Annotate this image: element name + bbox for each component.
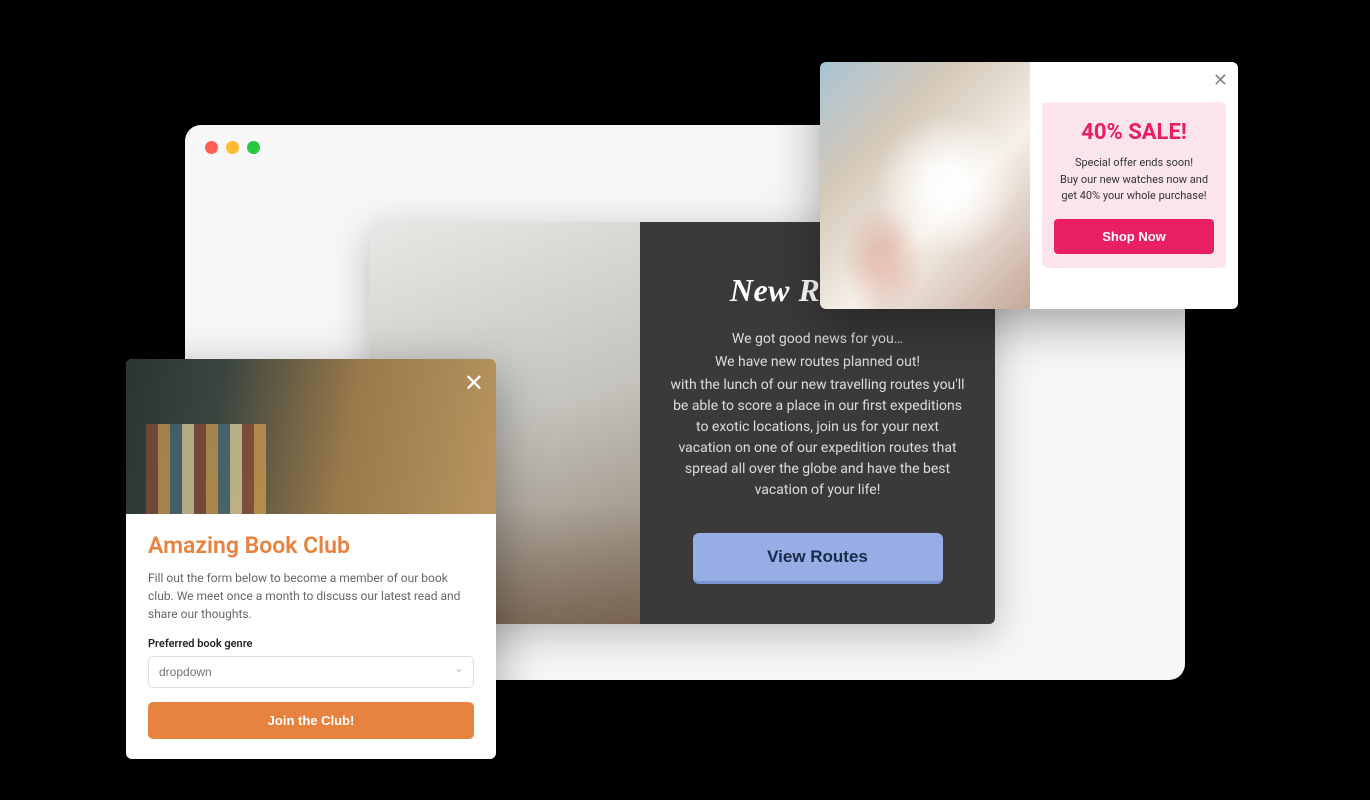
routes-line-2: We have new routes planned out!	[670, 352, 965, 373]
sale-hero-image	[820, 62, 1030, 309]
view-routes-button[interactable]: View Routes	[693, 533, 943, 584]
sale-line-1: Special offer ends soon!	[1054, 155, 1214, 172]
join-club-button[interactable]: Join the Club!	[148, 702, 474, 739]
genre-dropdown[interactable]	[148, 656, 474, 688]
routes-line-1: We got good news for you…	[670, 329, 965, 350]
close-icon[interactable]: ✕	[464, 369, 484, 398]
window-maximize-icon[interactable]	[247, 141, 260, 154]
sale-line-2: Buy our new watches now and get 40% your…	[1054, 172, 1214, 205]
book-description: Fill out the form below to become a memb…	[148, 569, 474, 623]
routes-line-3: with the lunch of our new travelling rou…	[670, 375, 965, 501]
sale-content: ✕ 40% SALE! Special offer ends soon! Buy…	[1030, 62, 1238, 309]
book-content: Amazing Book Club Fill out the form belo…	[126, 514, 496, 759]
sale-text: Special offer ends soon! Buy our new wat…	[1054, 155, 1214, 205]
shop-now-button[interactable]: Shop Now	[1054, 219, 1214, 254]
genre-select-wrap	[148, 656, 474, 702]
book-hero-image: ✕	[126, 359, 496, 514]
book-title: Amazing Book Club	[148, 532, 474, 559]
genre-label: Preferred book genre	[148, 637, 474, 650]
sale-inner: 40% SALE! Special offer ends soon! Buy o…	[1042, 102, 1226, 268]
routes-body: We got good news for you… We have new ro…	[670, 329, 965, 503]
sale-popup: ✕ 40% SALE! Special offer ends soon! Buy…	[820, 62, 1238, 309]
close-icon[interactable]: ✕	[1213, 70, 1228, 91]
book-club-popup: ✕ Amazing Book Club Fill out the form be…	[126, 359, 496, 759]
sale-title: 40% SALE!	[1054, 120, 1214, 145]
window-close-icon[interactable]	[205, 141, 218, 154]
window-minimize-icon[interactable]	[226, 141, 239, 154]
